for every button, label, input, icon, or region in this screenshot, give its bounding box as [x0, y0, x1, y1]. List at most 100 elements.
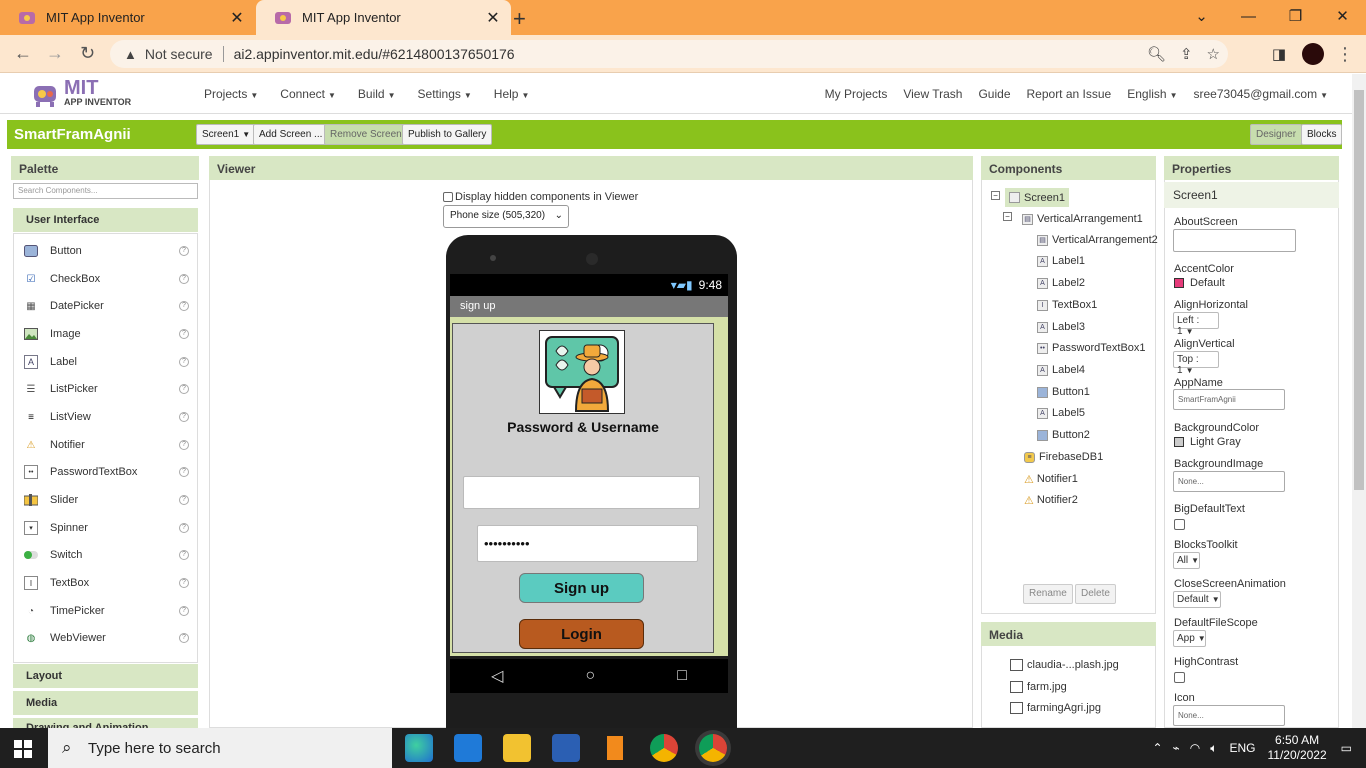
- component-label2[interactable]: A Label2: [1037, 274, 1085, 292]
- language-menu[interactable]: English ▼: [1127, 87, 1177, 101]
- help-icon[interactable]: ?: [179, 467, 189, 477]
- prop-file-scope-select[interactable]: App ▼: [1173, 630, 1206, 647]
- checkbox[interactable]: [443, 192, 453, 202]
- remove-screen-button[interactable]: Remove Screen: [324, 124, 408, 145]
- component-firebasedb1[interactable]: ≡ FirebaseDB1: [1024, 448, 1103, 466]
- prop-blocks-toolkit-select[interactable]: All ▼: [1173, 552, 1200, 569]
- component-label3[interactable]: A Label3: [1037, 318, 1085, 336]
- textbox1[interactable]: [463, 476, 700, 509]
- bookmark-star-icon[interactable]: ☆: [1207, 45, 1220, 63]
- palette-item-notifier[interactable]: ⚠ Notifier?: [24, 435, 189, 455]
- edge-icon[interactable]: [405, 734, 433, 762]
- close-window-icon[interactable]: ✕: [1319, 0, 1366, 35]
- palette-item-listview[interactable]: ≡ ListView?: [24, 407, 189, 427]
- menu-build[interactable]: Build ▼: [358, 87, 396, 101]
- taskbar-clock[interactable]: 6:50 AM 11/20/2022: [1267, 733, 1326, 763]
- menu-connect[interactable]: Connect ▼: [280, 87, 336, 101]
- media-file[interactable]: farm.jpg: [1010, 678, 1067, 696]
- publish-gallery-button[interactable]: Publish to Gallery: [402, 124, 493, 145]
- palette-category-user-interface[interactable]: User Interface: [13, 208, 198, 232]
- network-icon[interactable]: ⌁: [1173, 741, 1180, 755]
- profile-avatar[interactable]: [1302, 43, 1324, 65]
- palette-category-layout[interactable]: Layout: [13, 664, 198, 688]
- restore-icon[interactable]: ❐: [1272, 0, 1319, 35]
- store-icon[interactable]: [454, 734, 482, 762]
- component-notifier1[interactable]: ⚠ Notifier1: [1024, 470, 1078, 488]
- component-notifier2[interactable]: ⚠ Notifier2: [1024, 491, 1078, 509]
- close-icon[interactable]: ✕: [227, 8, 247, 28]
- help-icon[interactable]: ?: [179, 301, 189, 311]
- help-icon[interactable]: ?: [179, 550, 189, 560]
- notification-icon[interactable]: ▭: [1341, 741, 1352, 755]
- prop-bg-image-input[interactable]: None...: [1173, 471, 1285, 492]
- zoom-icon[interactable]: 🔍︎: [1147, 45, 1166, 63]
- collapse-icon[interactable]: −: [991, 191, 1000, 200]
- help-icon[interactable]: ?: [179, 274, 189, 284]
- help-icon[interactable]: ?: [179, 329, 189, 339]
- help-icon[interactable]: ?: [179, 412, 189, 422]
- report-issue-link[interactable]: Report an Issue: [1027, 87, 1112, 101]
- palette-item-datepicker[interactable]: ▦ DatePicker?: [24, 296, 189, 316]
- media-file[interactable]: claudia-...plash.jpg: [1010, 656, 1119, 674]
- palette-item-label[interactable]: A Label?: [24, 352, 189, 372]
- help-icon[interactable]: ?: [179, 384, 189, 394]
- component-label5[interactable]: A Label5: [1037, 404, 1085, 422]
- language-indicator[interactable]: ENG: [1229, 741, 1255, 755]
- component-screen1[interactable]: Screen1: [1005, 188, 1069, 207]
- prop-high-contrast-checkbox[interactable]: [1174, 672, 1185, 683]
- palette-item-image[interactable]: Image?: [24, 324, 189, 344]
- windows-start-icon[interactable]: [14, 740, 32, 758]
- wifi-icon[interactable]: ◠: [1190, 741, 1200, 755]
- palette-item-switch[interactable]: Switch?: [24, 545, 189, 565]
- palette-search-input[interactable]: Search Components...: [13, 183, 198, 199]
- prop-icon-input[interactable]: None...: [1173, 705, 1285, 726]
- palette-category-media[interactable]: Media: [13, 691, 198, 715]
- component-label4[interactable]: A Label4: [1037, 361, 1085, 379]
- phone-size-select[interactable]: Phone size (505,320) ⌄: [443, 205, 569, 228]
- prop-about-screen-textarea[interactable]: [1173, 229, 1296, 252]
- forward-icon[interactable]: →: [46, 43, 64, 64]
- signup-button[interactable]: Sign up: [519, 573, 644, 603]
- home-circle-icon[interactable]: ○: [585, 667, 595, 685]
- help-icon[interactable]: ?: [179, 633, 189, 643]
- component-verticalarrangement2[interactable]: ▤ VerticalArrangement2: [1037, 231, 1158, 249]
- menu-settings[interactable]: Settings ▼: [418, 87, 472, 101]
- side-panel-icon[interactable]: ◨: [1272, 45, 1286, 63]
- palette-item-spinner[interactable]: ▾ Spinner?: [24, 518, 189, 538]
- help-icon[interactable]: ?: [179, 357, 189, 367]
- palette-item-textbox[interactable]: I TextBox?: [24, 573, 189, 593]
- media-file[interactable]: farmingAgri.jpg: [1010, 699, 1101, 717]
- view-trash-link[interactable]: View Trash: [903, 87, 962, 101]
- palette-category-drawing[interactable]: Drawing and Animation: [13, 718, 198, 728]
- account-email-menu[interactable]: sree73045@gmail.com ▼: [1194, 87, 1329, 101]
- guide-link[interactable]: Guide: [978, 87, 1010, 101]
- component-button1[interactable]: Button1: [1037, 383, 1090, 401]
- help-icon[interactable]: ?: [179, 246, 189, 256]
- screen-select-button[interactable]: Screen1 ▼: [196, 124, 257, 145]
- blocks-button[interactable]: Blocks: [1301, 124, 1343, 145]
- mit-app-inventor-logo[interactable]: MIT APP INVENTOR: [30, 78, 131, 108]
- file-explorer-icon[interactable]: [503, 734, 531, 762]
- component-textbox1[interactable]: I TextBox1: [1037, 296, 1097, 314]
- collapse-icon[interactable]: −: [1003, 212, 1012, 221]
- component-button2[interactable]: Button2: [1037, 426, 1090, 444]
- new-tab-icon[interactable]: +: [513, 6, 526, 32]
- designer-button[interactable]: Designer: [1250, 124, 1303, 145]
- component-passwordtextbox1[interactable]: •• PasswordTextBox1: [1037, 339, 1146, 357]
- menu-projects[interactable]: Projects ▼: [204, 87, 258, 101]
- palette-item-webviewer[interactable]: ◍ WebViewer?: [24, 628, 189, 648]
- prop-big-default-text-checkbox[interactable]: [1174, 519, 1185, 530]
- component-verticalarrangement1[interactable]: ▤ VerticalArrangement1: [1022, 210, 1143, 228]
- minimize-icon[interactable]: —: [1225, 0, 1272, 35]
- farmer-image[interactable]: [539, 330, 625, 414]
- close-icon[interactable]: ✕: [483, 8, 503, 28]
- display-hidden-checkbox[interactable]: Display hidden components in Viewer: [443, 191, 638, 203]
- scrollbar-thumb[interactable]: [1354, 90, 1364, 490]
- component-label1[interactable]: A Label1: [1037, 252, 1085, 270]
- volume-icon[interactable]: 🔈︎: [1210, 741, 1217, 756]
- browser-menu-icon[interactable]: ⋮: [1336, 44, 1354, 65]
- my-projects-link[interactable]: My Projects: [825, 87, 888, 101]
- palette-item-listpicker[interactable]: ☰ ListPicker?: [24, 379, 189, 399]
- login-button[interactable]: Login: [519, 619, 644, 649]
- prop-app-name-input[interactable]: SmartFramAgnii: [1173, 389, 1285, 410]
